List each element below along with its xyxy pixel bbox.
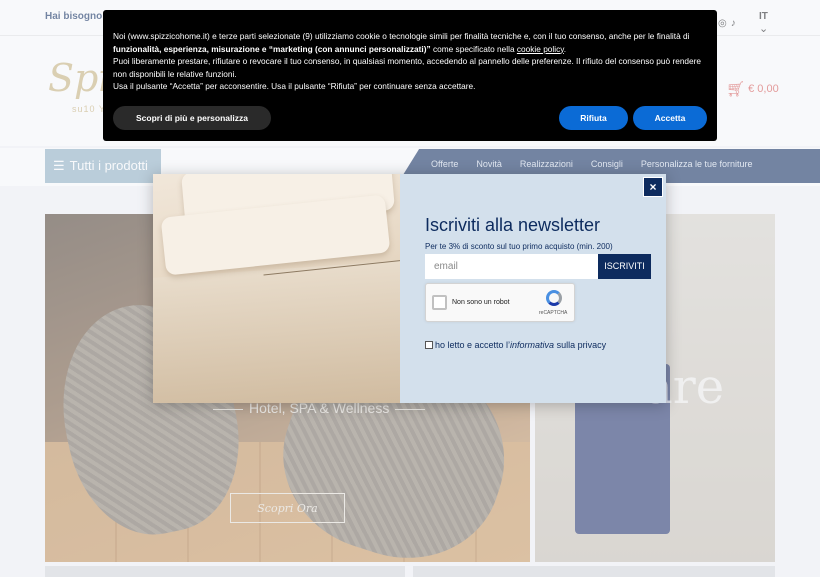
privacy-consent: ho letto e accetto l’informativa sulla p… [425,340,606,350]
bedding-photo [153,174,400,403]
cookie-text-consent: Puoi liberamente prestare, rifiutare o r… [113,56,702,79]
email-field[interactable] [425,254,598,279]
privacy-text-post: sulla privacy [554,340,607,350]
cookie-text-purposes: funzionalità, esperienza, misurazione e … [113,43,431,54]
cookie-banner: Noi (www.spizzicohome.it) e terze parti … [103,10,717,141]
privacy-text-pre: ho letto e accetto l’ [435,340,511,350]
newsletter-modal: × Iscriviti alla newsletter Per te 3% di… [153,174,666,403]
cookie-text-intro: Noi (www.spizzicohome.it) e terze parti … [113,31,690,41]
recaptcha-brand: reCAPTCHA [539,310,568,316]
recaptcha-icon [546,290,562,306]
customize-button[interactable]: Scopri di più e personalizza [113,106,271,130]
cookie-text-buttons: Usa il pulsante “Accetta” per acconsenti… [113,81,476,91]
subscribe-button[interactable]: ISCRIVITI [598,254,651,279]
cookie-text-dot: . [563,43,567,54]
cookie-policy-link[interactable]: cookie policy [517,44,564,54]
recaptcha-widget: Non sono un robot reCAPTCHA [425,283,575,322]
newsletter-title: Iscriviti alla newsletter [425,215,601,235]
cookie-text-middle: come specificato nella [430,43,517,54]
accept-button[interactable]: Accetta [633,106,707,130]
cookie-text: Noi (www.spizzicohome.it) e terze parti … [113,30,713,93]
privacy-link[interactable]: informativa [510,340,554,350]
recaptcha-checkbox[interactable] [432,295,447,310]
recaptcha-label: Non sono un robot [452,299,510,306]
privacy-checkbox[interactable] [425,341,433,349]
newsletter-subtitle: Per te 3% di sconto sul tuo primo acquis… [425,242,613,251]
close-icon[interactable]: × [643,177,663,197]
reject-button[interactable]: Rifiuta [559,106,628,130]
